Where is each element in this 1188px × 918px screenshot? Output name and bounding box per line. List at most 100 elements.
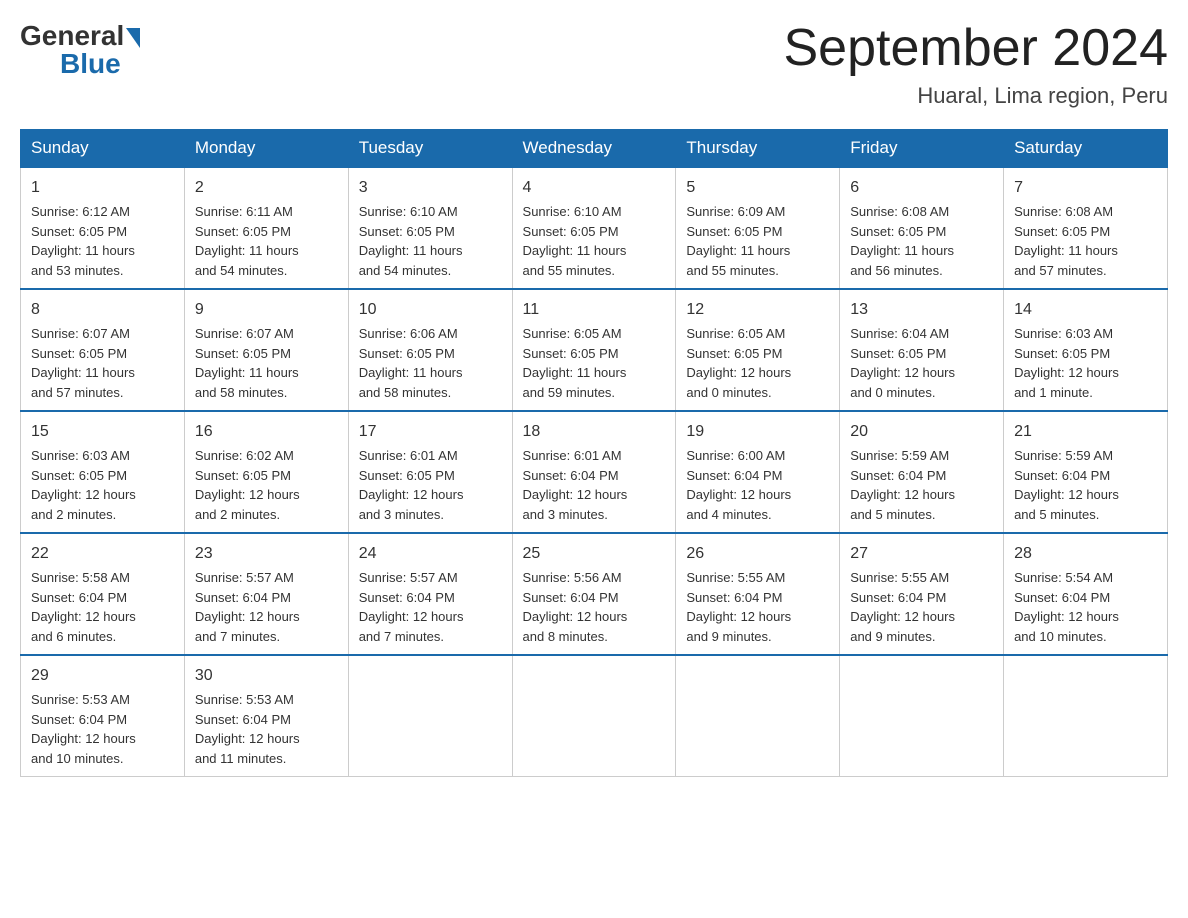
day-info: Sunrise: 6:05 AMSunset: 6:05 PMDaylight:… — [686, 326, 791, 400]
calendar-day-cell: 5 Sunrise: 6:09 AMSunset: 6:05 PMDaylight… — [676, 167, 840, 289]
calendar-day-cell: 24 Sunrise: 5:57 AMSunset: 6:04 PMDayligh… — [348, 533, 512, 655]
day-info: Sunrise: 6:07 AMSunset: 6:05 PMDaylight:… — [195, 326, 299, 400]
day-number: 14 — [1014, 298, 1157, 322]
day-info: Sunrise: 5:53 AMSunset: 6:04 PMDaylight:… — [195, 692, 300, 766]
calendar-subtitle: Huaral, Lima region, Peru — [784, 83, 1169, 109]
day-number: 12 — [686, 298, 829, 322]
day-info: Sunrise: 6:06 AMSunset: 6:05 PMDaylight:… — [359, 326, 463, 400]
day-number: 11 — [523, 298, 666, 322]
calendar-day-cell — [840, 655, 1004, 777]
calendar-day-cell: 8 Sunrise: 6:07 AMSunset: 6:05 PMDaylight… — [21, 289, 185, 411]
day-info: Sunrise: 6:04 AMSunset: 6:05 PMDaylight:… — [850, 326, 955, 400]
day-number: 15 — [31, 420, 174, 444]
day-number: 27 — [850, 542, 993, 566]
calendar-day-cell: 30 Sunrise: 5:53 AMSunset: 6:04 PMDayligh… — [184, 655, 348, 777]
day-number: 3 — [359, 176, 502, 200]
calendar-day-cell: 27Sunrise: 5:55 AMSunset: 6:04 PMDayligh… — [840, 533, 1004, 655]
day-number: 10 — [359, 298, 502, 322]
day-number: 29 — [31, 664, 174, 688]
day-number: 30 — [195, 664, 338, 688]
day-info: Sunrise: 6:08 AMSunset: 6:05 PMDaylight:… — [1014, 204, 1118, 278]
calendar-day-cell — [676, 655, 840, 777]
title-block: September 2024 Huaral, Lima region, Peru — [784, 20, 1169, 109]
day-number: 1 — [31, 176, 174, 200]
day-info: Sunrise: 6:09 AMSunset: 6:05 PMDaylight:… — [686, 204, 790, 278]
calendar-day-cell: 28Sunrise: 5:54 AMSunset: 6:04 PMDayligh… — [1004, 533, 1168, 655]
day-number: 28 — [1014, 542, 1157, 566]
day-number: 2 — [195, 176, 338, 200]
calendar-day-cell — [348, 655, 512, 777]
day-info: Sunrise: 5:59 AMSunset: 6:04 PMDaylight:… — [1014, 448, 1119, 522]
calendar-week-row: 15 Sunrise: 6:03 AMSunset: 6:05 PMDayligh… — [21, 411, 1168, 533]
calendar-day-cell: 9 Sunrise: 6:07 AMSunset: 6:05 PMDaylight… — [184, 289, 348, 411]
calendar-day-cell: 29 Sunrise: 5:53 AMSunset: 6:04 PMDayligh… — [21, 655, 185, 777]
calendar-day-cell: 7 Sunrise: 6:08 AMSunset: 6:05 PMDaylight… — [1004, 167, 1168, 289]
day-number: 23 — [195, 542, 338, 566]
calendar-day-cell: 16Sunrise: 6:02 AMSunset: 6:05 PMDayligh… — [184, 411, 348, 533]
calendar-day-cell: 17 Sunrise: 6:01 AMSunset: 6:05 PMDayligh… — [348, 411, 512, 533]
calendar-day-cell: 4 Sunrise: 6:10 AMSunset: 6:05 PMDaylight… — [512, 167, 676, 289]
calendar-week-row: 22 Sunrise: 5:58 AMSunset: 6:04 PMDayligh… — [21, 533, 1168, 655]
calendar-day-cell: 26 Sunrise: 5:55 AMSunset: 6:04 PMDayligh… — [676, 533, 840, 655]
calendar-table: SundayMondayTuesdayWednesdayThursdayFrid… — [20, 129, 1168, 777]
day-info: Sunrise: 5:57 AMSunset: 6:04 PMDaylight:… — [359, 570, 464, 644]
calendar-day-cell: 11 Sunrise: 6:05 AMSunset: 6:05 PMDayligh… — [512, 289, 676, 411]
calendar-weekday-monday: Monday — [184, 130, 348, 168]
day-number: 17 — [359, 420, 502, 444]
day-info: Sunrise: 6:10 AMSunset: 6:05 PMDaylight:… — [523, 204, 627, 278]
day-number: 20 — [850, 420, 993, 444]
calendar-weekday-thursday: Thursday — [676, 130, 840, 168]
day-number: 8 — [31, 298, 174, 322]
day-number: 13 — [850, 298, 993, 322]
calendar-day-cell: 13 Sunrise: 6:04 AMSunset: 6:05 PMDayligh… — [840, 289, 1004, 411]
calendar-week-row: 8 Sunrise: 6:07 AMSunset: 6:05 PMDaylight… — [21, 289, 1168, 411]
calendar-day-cell: 20 Sunrise: 5:59 AMSunset: 6:04 PMDayligh… — [840, 411, 1004, 533]
day-info: Sunrise: 6:03 AMSunset: 6:05 PMDaylight:… — [31, 448, 136, 522]
day-info: Sunrise: 6:01 AMSunset: 6:05 PMDaylight:… — [359, 448, 464, 522]
day-number: 16 — [195, 420, 338, 444]
day-info: Sunrise: 6:12 AMSunset: 6:05 PMDaylight:… — [31, 204, 135, 278]
calendar-day-cell: 12 Sunrise: 6:05 AMSunset: 6:05 PMDayligh… — [676, 289, 840, 411]
logo-blue-text: Blue — [60, 48, 121, 80]
calendar-weekday-wednesday: Wednesday — [512, 130, 676, 168]
day-number: 18 — [523, 420, 666, 444]
day-info: Sunrise: 6:08 AMSunset: 6:05 PMDaylight:… — [850, 204, 954, 278]
calendar-day-cell: 22 Sunrise: 5:58 AMSunset: 6:04 PMDayligh… — [21, 533, 185, 655]
calendar-day-cell — [512, 655, 676, 777]
calendar-week-row: 1 Sunrise: 6:12 AMSunset: 6:05 PMDaylight… — [21, 167, 1168, 289]
calendar-day-cell: 1 Sunrise: 6:12 AMSunset: 6:05 PMDaylight… — [21, 167, 185, 289]
logo-arrow-icon — [126, 28, 140, 48]
calendar-day-cell: 19Sunrise: 6:00 AMSunset: 6:04 PMDayligh… — [676, 411, 840, 533]
day-number: 19 — [686, 420, 829, 444]
day-number: 4 — [523, 176, 666, 200]
calendar-weekday-friday: Friday — [840, 130, 1004, 168]
day-info: Sunrise: 5:59 AMSunset: 6:04 PMDaylight:… — [850, 448, 955, 522]
day-info: Sunrise: 5:56 AMSunset: 6:04 PMDaylight:… — [523, 570, 628, 644]
calendar-day-cell: 6Sunrise: 6:08 AMSunset: 6:05 PMDaylight… — [840, 167, 1004, 289]
day-number: 24 — [359, 542, 502, 566]
day-info: Sunrise: 5:57 AMSunset: 6:04 PMDaylight:… — [195, 570, 300, 644]
day-info: Sunrise: 6:05 AMSunset: 6:05 PMDaylight:… — [523, 326, 627, 400]
day-info: Sunrise: 5:55 AMSunset: 6:04 PMDaylight:… — [686, 570, 791, 644]
calendar-day-cell: 10 Sunrise: 6:06 AMSunset: 6:05 PMDayligh… — [348, 289, 512, 411]
calendar-day-cell: 15 Sunrise: 6:03 AMSunset: 6:05 PMDayligh… — [21, 411, 185, 533]
page-header: General Blue September 2024 Huaral, Lima… — [20, 20, 1168, 109]
day-number: 9 — [195, 298, 338, 322]
day-number: 26 — [686, 542, 829, 566]
calendar-weekday-saturday: Saturday — [1004, 130, 1168, 168]
calendar-week-row: 29 Sunrise: 5:53 AMSunset: 6:04 PMDayligh… — [21, 655, 1168, 777]
day-number: 21 — [1014, 420, 1157, 444]
day-info: Sunrise: 5:53 AMSunset: 6:04 PMDaylight:… — [31, 692, 136, 766]
calendar-day-cell: 3Sunrise: 6:10 AMSunset: 6:05 PMDaylight… — [348, 167, 512, 289]
day-info: Sunrise: 6:07 AMSunset: 6:05 PMDaylight:… — [31, 326, 135, 400]
day-number: 5 — [686, 176, 829, 200]
day-number: 25 — [523, 542, 666, 566]
calendar-day-cell: 2 Sunrise: 6:11 AMSunset: 6:05 PMDaylight… — [184, 167, 348, 289]
day-info: Sunrise: 5:58 AMSunset: 6:04 PMDaylight:… — [31, 570, 136, 644]
day-info: Sunrise: 6:11 AMSunset: 6:05 PMDaylight:… — [195, 204, 299, 278]
calendar-title: September 2024 — [784, 20, 1169, 77]
day-number: 7 — [1014, 176, 1157, 200]
day-number: 22 — [31, 542, 174, 566]
day-info: Sunrise: 6:01 AMSunset: 6:04 PMDaylight:… — [523, 448, 628, 522]
calendar-day-cell: 18 Sunrise: 6:01 AMSunset: 6:04 PMDayligh… — [512, 411, 676, 533]
